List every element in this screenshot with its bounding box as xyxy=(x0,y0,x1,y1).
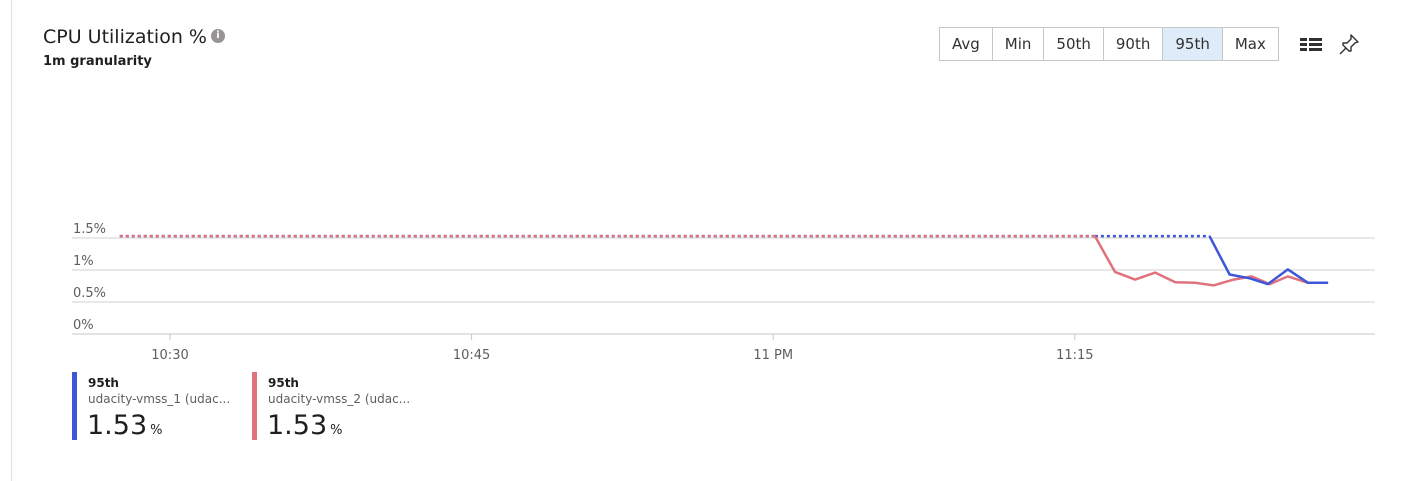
grid-layout-icon[interactable] xyxy=(1298,32,1324,56)
aggregation-95th-button[interactable]: 95th xyxy=(1163,28,1223,60)
legend-value-number: 1.53 xyxy=(87,410,148,441)
legend-series-name: udacity-vmss_1 (udac... xyxy=(88,392,231,406)
y-tick-label: 0% xyxy=(73,318,94,333)
x-tick-label: 10:30 xyxy=(151,348,188,363)
series-line-1 xyxy=(1208,235,1329,286)
aggregation-90th-button[interactable]: 90th xyxy=(1103,28,1164,60)
chart-svg: 1.5% 1% 0.5% 0% 10:30 10:45 11 PM 11:15 xyxy=(72,222,1375,363)
chart-title: CPU Utilization % i xyxy=(43,26,225,48)
aggregation-avg-button[interactable]: Avg xyxy=(940,28,993,60)
x-tick-label: 11 PM xyxy=(753,348,793,363)
aggregation-max-button[interactable]: Max xyxy=(1222,28,1278,60)
legend-color-bar xyxy=(252,372,257,440)
aggregation-50th-button[interactable]: 50th xyxy=(1044,28,1104,60)
metric-chart-card: CPU Utilization % i 1m granularity Avg Mi… xyxy=(0,0,1402,481)
y-tick-label: 1% xyxy=(73,254,94,269)
legend-color-bar xyxy=(72,372,77,440)
legend-aggregation: 95th xyxy=(88,376,119,390)
y-tick-label: 1.5% xyxy=(73,222,106,237)
info-icon[interactable]: i xyxy=(210,28,225,43)
y-tick-label: 0.5% xyxy=(73,286,106,301)
legend-value-unit: % xyxy=(330,423,343,438)
granularity-label: 1m granularity xyxy=(43,54,152,69)
chart-title-text: CPU Utilization % xyxy=(43,26,207,48)
legend-value: 1.53% xyxy=(267,410,342,441)
legend-series-name: udacity-vmss_2 (udac... xyxy=(268,392,411,406)
x-tick-label: 10:45 xyxy=(453,348,490,363)
pin-icon[interactable] xyxy=(1336,32,1362,56)
legend-value: 1.53% xyxy=(87,410,162,441)
line-chart: 1.5% 1% 0.5% 0% 10:30 10:45 11 PM 11:15 xyxy=(0,88,1402,368)
legend-value-number: 1.53 xyxy=(267,410,328,441)
aggregation-min-button[interactable]: Min xyxy=(992,28,1045,60)
legend-aggregation: 95th xyxy=(268,376,299,390)
series-line-2 xyxy=(1093,235,1329,287)
aggregation-selector: Avg Min 50th 90th 95th Max xyxy=(939,27,1279,61)
x-tick-label: 11:15 xyxy=(1056,348,1093,363)
legend-value-unit: % xyxy=(150,423,163,438)
